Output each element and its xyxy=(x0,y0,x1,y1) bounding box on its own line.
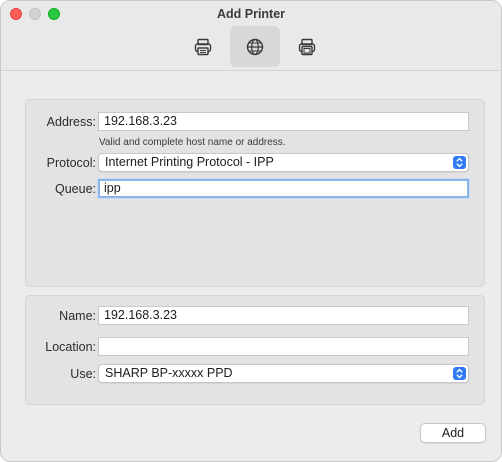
name-row: Name: 192.168.3.23 xyxy=(26,306,484,326)
protocol-value: Internet Printing Protocol - IPP xyxy=(105,155,274,169)
queue-label: Queue: xyxy=(54,182,96,196)
windows-printer-icon xyxy=(297,37,317,57)
globe-icon xyxy=(245,37,265,57)
use-row: Use: SHARP BP-xxxxx PPD xyxy=(26,364,484,384)
address-row: Address: 192.168.3.23 xyxy=(26,112,484,132)
protocol-row: Protocol: Internet Printing Protocol - I… xyxy=(26,153,484,173)
address-label: Address: xyxy=(46,115,96,129)
default-printers-tab[interactable] xyxy=(178,26,228,67)
connection-panel: Address: 192.168.3.23 Valid and complete… xyxy=(25,99,485,287)
driver-value: SHARP BP-xxxxx PPD xyxy=(105,366,233,380)
location-field[interactable] xyxy=(98,337,469,356)
chevron-updown-icon xyxy=(453,367,466,380)
use-label: Use: xyxy=(70,367,96,381)
ip-printer-tab[interactable] xyxy=(230,26,280,67)
name-label: Name: xyxy=(59,309,96,323)
add-button[interactable]: Add xyxy=(420,423,486,443)
driver-select[interactable]: SHARP BP-xxxxx PPD xyxy=(98,364,469,383)
add-printer-window: Add Printer Address: 192.168.3.23 Valid … xyxy=(0,0,502,462)
protocol-select[interactable]: Internet Printing Protocol - IPP xyxy=(98,153,469,172)
windows-printer-tab[interactable] xyxy=(282,26,332,67)
queue-row: Queue: ipp xyxy=(26,179,484,199)
printer-info-panel: Name: 192.168.3.23 Location: Use: SHARP … xyxy=(25,295,485,405)
queue-field[interactable]: ipp xyxy=(98,179,469,198)
location-label: Location: xyxy=(45,340,96,354)
protocol-label: Protocol: xyxy=(46,156,96,170)
title-bar: Add Printer xyxy=(1,1,501,71)
chevron-updown-icon xyxy=(453,156,466,169)
address-hint: Valid and complete host name or address. xyxy=(99,137,286,148)
name-field[interactable]: 192.168.3.23 xyxy=(98,306,469,325)
window-title: Add Printer xyxy=(216,7,286,21)
address-field[interactable]: 192.168.3.23 xyxy=(98,112,469,131)
location-row: Location: xyxy=(26,337,484,357)
printer-icon xyxy=(193,37,213,57)
